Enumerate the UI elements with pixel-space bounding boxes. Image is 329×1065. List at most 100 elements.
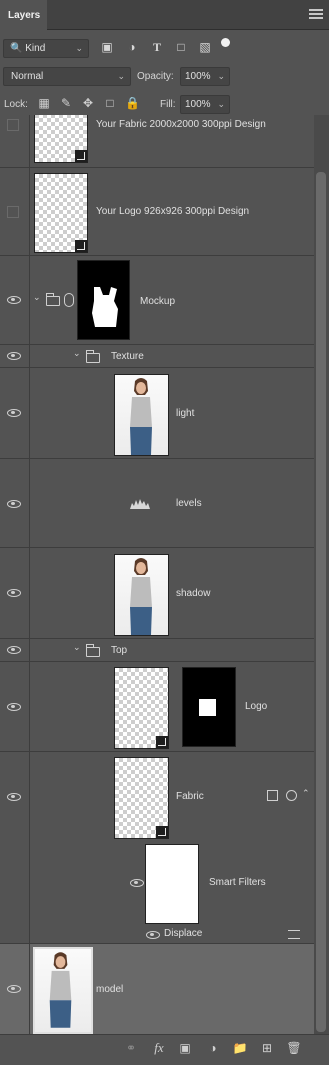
fill-value: 100% — [185, 99, 211, 110]
layer-row-displace[interactable]: Displace — [0, 927, 314, 944]
eye-icon[interactable] — [7, 646, 21, 654]
folder-icon — [85, 350, 100, 363]
layer-name[interactable]: shadow — [176, 588, 210, 599]
layer-name[interactable]: light — [176, 408, 194, 419]
layer-thumbnail — [34, 115, 88, 163]
opacity-label: Opacity: — [137, 71, 174, 82]
opacity-input[interactable]: 100% ⌄ — [180, 67, 230, 86]
chevron-down-icon[interactable]: ⌄ — [217, 99, 225, 110]
visibility-toggle-off[interactable] — [7, 119, 19, 131]
layer-row-top[interactable]: ⌄ Top — [0, 639, 314, 662]
new-layer-icon[interactable]: ⊞ — [259, 1040, 275, 1056]
layer-thumbnail — [114, 554, 169, 636]
layer-thumbnail — [114, 374, 169, 456]
filter-kind-select[interactable]: 🔍 Kind ⌄ — [3, 39, 89, 58]
folder-icon — [85, 644, 100, 657]
panel-menu-icon[interactable] — [309, 9, 323, 21]
eye-icon[interactable] — [7, 409, 21, 417]
panel-titlebar — [0, 0, 329, 30]
smart-object-icon — [75, 240, 87, 252]
layer-mask-thumbnail[interactable] — [182, 667, 236, 747]
smart-object-icon — [156, 736, 168, 748]
layer-row-your-logo[interactable]: Your Logo 926x926 300ppi Design — [0, 168, 314, 256]
layer-row-smart-filters[interactable]: Smart Filters — [0, 841, 314, 927]
type-filter-icon[interactable]: T — [150, 40, 164, 54]
eye-icon[interactable] — [146, 931, 160, 939]
filter-effects-icon[interactable] — [286, 790, 297, 801]
eye-icon[interactable] — [7, 985, 21, 993]
layer-row-texture[interactable]: ⌄ Texture — [0, 345, 314, 368]
fill-input[interactable]: 100% ⌄ — [180, 95, 230, 114]
chevron-down-icon[interactable]: ⌄ — [73, 348, 81, 359]
levels-histogram-icon — [130, 499, 150, 509]
scrollbar-thumb[interactable] — [316, 172, 326, 1032]
layer-name[interactable]: Logo — [245, 701, 267, 712]
layer-row-your-fabric[interactable]: Your Fabric 2000x2000 300ppi Design — [0, 115, 314, 168]
layer-row-mockup[interactable]: ⌄ Mockup — [0, 256, 314, 345]
eye-icon[interactable] — [7, 703, 21, 711]
layer-name[interactable]: Mockup — [140, 296, 175, 307]
model-photo — [130, 378, 152, 455]
smart-object-icon — [75, 150, 87, 162]
eye-icon[interactable] — [7, 352, 21, 360]
lock-transparent-icon[interactable]: ▦ — [37, 96, 51, 110]
fill-label: Fill: — [160, 99, 176, 110]
layer-row-logo[interactable]: Logo — [0, 662, 314, 752]
chevron-down-icon[interactable]: ⌄ — [73, 642, 81, 653]
layer-name[interactable]: Your Fabric 2000x2000 300ppi Design — [96, 119, 266, 130]
eye-icon[interactable] — [7, 793, 21, 801]
filter-toggle-icon[interactable] — [221, 38, 230, 47]
image-filter-icon[interactable]: ▣ — [100, 40, 114, 54]
layer-row-shadow[interactable]: shadow — [0, 548, 314, 639]
new-adjustment-icon[interactable]: ◑ — [205, 1040, 221, 1056]
eye-icon[interactable] — [130, 879, 144, 887]
layer-name[interactable]: Smart Filters — [209, 877, 266, 888]
layer-row-model[interactable]: model — [0, 944, 314, 1034]
link-layers-icon[interactable]: ⚭ — [123, 1040, 139, 1056]
layer-name[interactable]: Texture — [111, 351, 144, 362]
smart-object-icon — [156, 826, 168, 838]
layer-name[interactable]: model — [96, 984, 123, 995]
layers-tab[interactable]: Layers — [0, 0, 47, 30]
blend-mode-select[interactable]: Normal ⌄ — [3, 67, 131, 86]
eye-icon[interactable] — [7, 589, 21, 597]
layers-list[interactable]: Your Fabric 2000x2000 300ppi Design Your… — [0, 115, 314, 1034]
chevron-down-icon[interactable]: ⌄ — [33, 292, 41, 303]
lock-all-icon[interactable]: 🔒 — [125, 96, 140, 110]
layer-name[interactable]: Top — [111, 645, 127, 656]
layer-row-fabric[interactable]: Fabric ⌃ — [0, 752, 314, 841]
blend-mode-value: Normal — [11, 71, 44, 82]
visibility-toggle-off[interactable] — [7, 206, 19, 218]
layer-row-light[interactable]: light — [0, 368, 314, 459]
filter-options-icon[interactable] — [288, 930, 300, 939]
search-icon: 🔍 — [10, 43, 23, 54]
layer-name[interactable]: Displace — [164, 928, 202, 939]
add-mask-icon[interactable]: ▣ — [177, 1040, 193, 1056]
layer-row-levels[interactable]: levels — [0, 459, 314, 548]
chevron-up-icon[interactable]: ⌃ — [302, 788, 310, 799]
layer-thumbnail — [34, 173, 88, 253]
chevron-down-icon[interactable]: ⌄ — [217, 71, 225, 82]
smart-filter-mask-thumbnail[interactable] — [145, 844, 199, 924]
trash-icon[interactable]: 🗑 — [286, 1040, 302, 1056]
chevron-down-icon: ⌄ — [75, 43, 83, 53]
layer-name[interactable]: Your Logo 926x926 300ppi Design — [96, 206, 249, 217]
opacity-value: 100% — [185, 71, 211, 82]
eye-icon[interactable] — [7, 296, 21, 304]
lock-artboard-icon[interactable]: □ — [103, 96, 117, 110]
layer-thumbnail — [114, 667, 169, 749]
eye-icon[interactable] — [7, 500, 21, 508]
chevron-down-icon: ⌄ — [117, 71, 125, 81]
group-mask-thumbnail[interactable] — [77, 260, 130, 340]
lock-image-icon[interactable]: ✎ — [59, 96, 73, 110]
new-group-icon[interactable]: 📁 — [232, 1040, 248, 1056]
shape-filter-icon[interactable]: □ — [174, 40, 188, 54]
smart-object-filter-icon[interactable]: ▧ — [198, 40, 212, 54]
filter-kind-label: Kind — [25, 43, 46, 54]
fx-icon[interactable]: fx — [151, 1040, 167, 1056]
link-icon[interactable] — [64, 293, 74, 307]
lock-position-icon[interactable]: ✥ — [81, 96, 95, 110]
layer-name[interactable]: Fabric — [176, 791, 204, 802]
adjustment-filter-icon[interactable]: ◑ — [125, 40, 139, 54]
layer-name[interactable]: levels — [176, 498, 202, 509]
